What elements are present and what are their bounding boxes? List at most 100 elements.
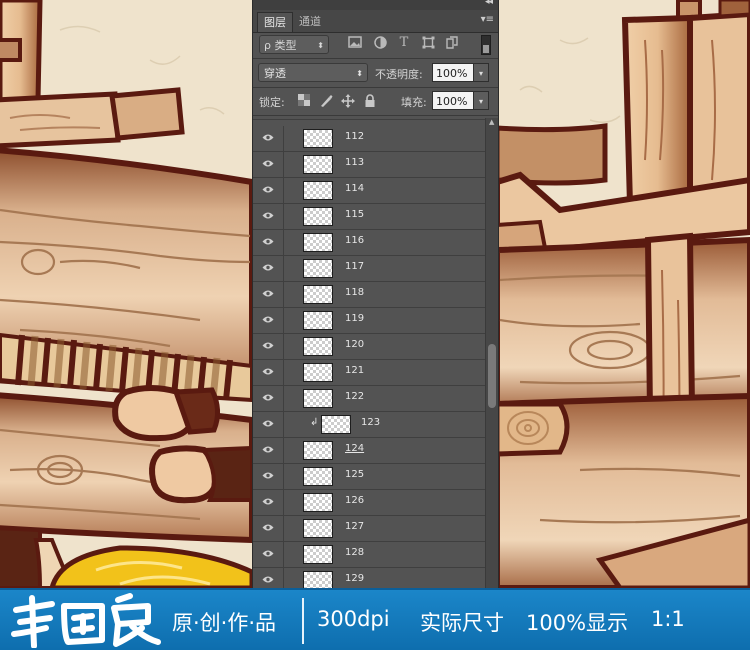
- layer-thumbnail: [303, 155, 333, 174]
- layer-thumbnail: [303, 493, 333, 512]
- adjustment-filter-icon[interactable]: [373, 36, 387, 50]
- clipping-mask-icon: ↲: [310, 417, 319, 428]
- layer-name[interactable]: 128: [345, 547, 364, 558]
- layer-name[interactable]: 117: [345, 261, 364, 272]
- visibility-toggle[interactable]: [253, 464, 284, 489]
- layer-row[interactable]: 118: [253, 282, 485, 308]
- layer-row[interactable]: 121: [253, 360, 485, 386]
- layer-thumbnail: [303, 519, 333, 538]
- layer-thumbnail: [303, 545, 333, 564]
- visibility-toggle[interactable]: [253, 542, 284, 567]
- visibility-toggle[interactable]: [253, 178, 284, 203]
- layer-name[interactable]: 122: [345, 391, 364, 402]
- visibility-toggle[interactable]: [253, 282, 284, 307]
- layer-row[interactable]: 122: [253, 386, 485, 412]
- layer-name[interactable]: 126: [345, 495, 364, 506]
- chevron-updown-icon: ⬍: [317, 41, 324, 50]
- panel-menu-icon[interactable]: ▾≡: [481, 14, 494, 25]
- layer-thumbnail: [303, 337, 333, 356]
- collapse-panel-icon[interactable]: ◂◂: [485, 0, 493, 7]
- eye-icon: [262, 368, 274, 375]
- layer-thumbnail: [303, 207, 333, 226]
- layer-name[interactable]: 127: [345, 521, 364, 532]
- tab-channels[interactable]: 通道: [293, 12, 327, 32]
- eye-icon: [262, 550, 274, 557]
- layer-name[interactable]: 118: [345, 287, 364, 298]
- layer-list[interactable]: 112 113 114 115 116 117 118 119 120 121 122 ↲ 123 124…: [253, 118, 485, 588]
- layer-name[interactable]: 116: [345, 235, 364, 246]
- visibility-toggle[interactable]: [253, 490, 284, 515]
- layer-name[interactable]: 120: [345, 339, 364, 350]
- banner-divider: [302, 598, 304, 644]
- layer-name[interactable]: 125: [345, 469, 364, 480]
- visibility-toggle[interactable]: [253, 568, 284, 588]
- visibility-toggle[interactable]: [253, 126, 284, 151]
- layer-row[interactable]: 129: [253, 568, 485, 588]
- image-filter-icon[interactable]: [348, 36, 362, 50]
- layer-row[interactable]: 116: [253, 230, 485, 256]
- lock-pixels-icon[interactable]: [297, 94, 311, 108]
- visibility-toggle[interactable]: [253, 204, 284, 229]
- filter-toggle-switch[interactable]: [481, 35, 491, 55]
- layer-name[interactable]: 115: [345, 209, 364, 220]
- layer-name[interactable]: 113: [345, 157, 364, 168]
- eye-icon: [262, 238, 274, 245]
- dpi-text: 300dpi: [317, 607, 390, 631]
- blend-mode-select[interactable]: 穿透 ⬍: [258, 63, 368, 82]
- visibility-toggle[interactable]: [253, 360, 284, 385]
- scrollbar-thumb[interactable]: [488, 344, 496, 408]
- eye-icon: [262, 134, 274, 141]
- layer-row[interactable]: 120: [253, 334, 485, 360]
- layer-row[interactable]: 124: [253, 438, 485, 464]
- layer-row[interactable]: 119: [253, 308, 485, 334]
- panel-title-strip[interactable]: ◂◂: [253, 0, 498, 10]
- blend-mode-value: 穿透: [264, 67, 286, 80]
- layer-name[interactable]: 124: [345, 443, 364, 454]
- shape-filter-icon[interactable]: [421, 36, 435, 50]
- layer-thumbnail: [303, 311, 333, 330]
- visibility-toggle[interactable]: [253, 334, 284, 359]
- eye-icon: [262, 342, 274, 349]
- layer-name[interactable]: 112: [345, 131, 364, 142]
- layer-filter-select[interactable]: ρ 类型 ⬍: [259, 35, 329, 54]
- layer-name[interactable]: 114: [345, 183, 364, 194]
- divider: [253, 87, 498, 88]
- layer-row[interactable]: 113: [253, 152, 485, 178]
- fill-input[interactable]: 100%: [432, 91, 474, 110]
- layer-name[interactable]: 129: [345, 573, 364, 584]
- actual-size-text: 实际尺寸: [420, 611, 504, 635]
- visibility-toggle[interactable]: [253, 386, 284, 411]
- layer-name[interactable]: 119: [345, 313, 364, 324]
- smart-object-filter-icon[interactable]: [445, 36, 459, 50]
- opacity-dropdown-icon[interactable]: ▾: [473, 63, 489, 82]
- visibility-toggle[interactable]: [253, 256, 284, 281]
- layer-row-partial: [253, 118, 485, 120]
- visibility-toggle[interactable]: [253, 438, 284, 463]
- lock-all-icon[interactable]: [363, 94, 377, 108]
- layer-row[interactable]: ↲ 123: [253, 412, 485, 438]
- layer-row[interactable]: 127: [253, 516, 485, 542]
- layer-row[interactable]: 126: [253, 490, 485, 516]
- scroll-up-arrow-icon[interactable]: ▲: [489, 118, 494, 126]
- visibility-toggle[interactable]: [253, 308, 284, 333]
- tab-layers[interactable]: 图层: [257, 12, 293, 32]
- layer-row[interactable]: 128: [253, 542, 485, 568]
- layer-row[interactable]: 117: [253, 256, 485, 282]
- layer-name[interactable]: 121: [345, 365, 364, 376]
- layer-row[interactable]: 114: [253, 178, 485, 204]
- layer-row[interactable]: 115: [253, 204, 485, 230]
- fill-dropdown-icon[interactable]: ▾: [473, 91, 489, 110]
- author-logo: [11, 593, 161, 648]
- layer-row[interactable]: 112: [253, 126, 485, 152]
- visibility-toggle[interactable]: [253, 412, 284, 437]
- lock-image-icon[interactable]: [319, 94, 333, 108]
- type-filter-icon[interactable]: T: [397, 36, 411, 50]
- lock-position-icon[interactable]: [341, 94, 355, 108]
- opacity-input[interactable]: 100%: [432, 63, 474, 82]
- visibility-toggle[interactable]: [253, 516, 284, 541]
- visibility-toggle[interactable]: [253, 152, 284, 177]
- visibility-toggle[interactable]: [253, 230, 284, 255]
- layer-row[interactable]: 125: [253, 464, 485, 490]
- layer-name[interactable]: 123: [361, 417, 380, 428]
- layer-list-scrollbar[interactable]: ▲: [485, 118, 498, 588]
